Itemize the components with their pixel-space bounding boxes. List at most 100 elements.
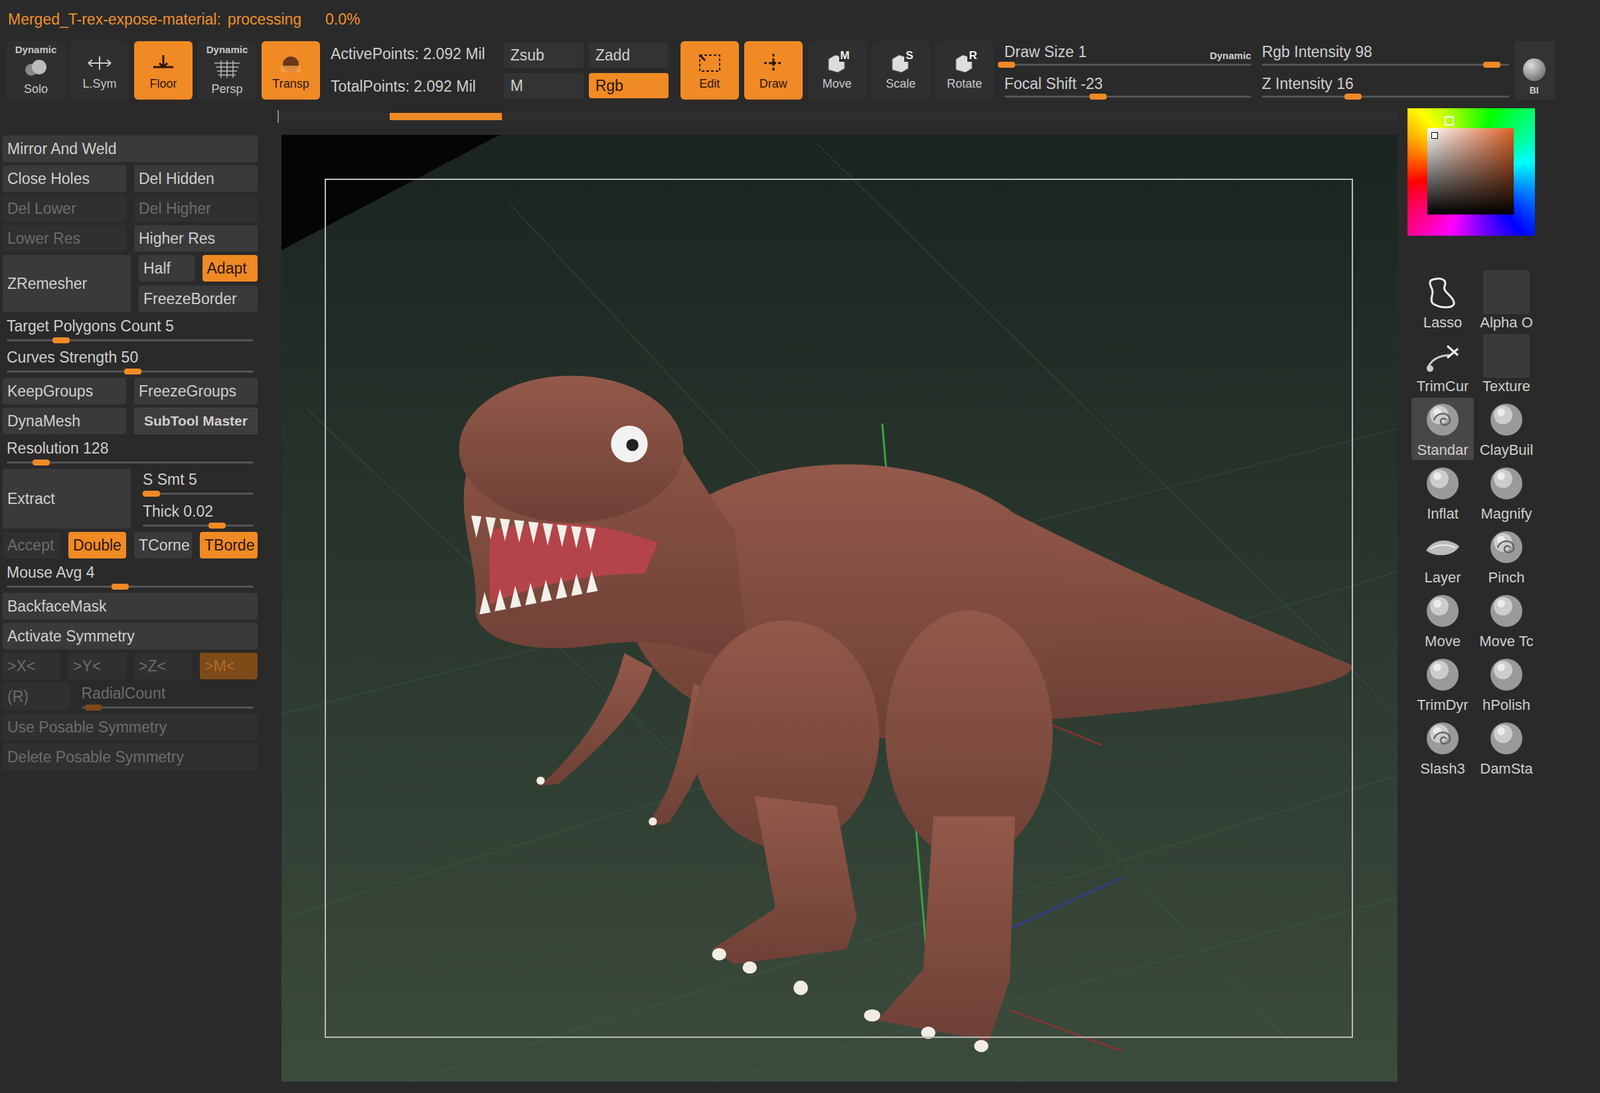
button-label: Close Holes	[7, 169, 90, 188]
toggle-button[interactable]: DynamicPersp	[197, 41, 257, 100]
trim-brush-icon	[1420, 335, 1465, 377]
mode-button[interactable]: M	[503, 73, 584, 99]
panel-button[interactable]: Del Hidden	[134, 165, 258, 192]
mode-button[interactable]: Rgb	[588, 73, 669, 99]
slider-track	[1262, 95, 1510, 98]
panel-row: HalfAdapt	[138, 254, 258, 282]
panel-button: >Y<	[68, 652, 127, 680]
panel-button[interactable]: Double	[68, 531, 127, 559]
slider-value: 98	[1355, 43, 1373, 61]
mode-button[interactable]: Zsub	[503, 42, 584, 68]
panel-button[interactable]: ZRemesher	[2, 254, 131, 313]
brush-button[interactable]: TrimDyr	[1411, 652, 1474, 716]
tool-icon-box	[211, 55, 243, 82]
panel-button[interactable]: Half	[138, 254, 195, 282]
color-picker[interactable]	[1407, 108, 1535, 236]
panel-button[interactable]: TBorde	[199, 531, 258, 559]
slider-column: Rgb Intensity 98 Z Intensity 16	[1262, 43, 1510, 98]
slider-label-group: Mouse Avg 4	[6, 563, 254, 582]
brush-button[interactable]: TrimCur	[1411, 333, 1474, 397]
empty-slot	[1483, 270, 1530, 315]
slider-value: 16	[1336, 75, 1354, 93]
brush-button[interactable]: Magnify	[1475, 461, 1538, 524]
toolbar-slider[interactable]: Draw Size 1Dynamic	[1004, 43, 1252, 66]
panel-button[interactable]: Mirror And Weld	[2, 135, 258, 162]
brush-button[interactable]: Inflat	[1411, 461, 1474, 524]
panel-row: Lower ResHigher Res	[2, 225, 258, 252]
toolbar-slider[interactable]: Rgb Intensity 98	[1262, 43, 1510, 66]
brush-icon-box	[1419, 716, 1466, 761]
brush-label: Texture	[1482, 377, 1531, 396]
button-label: Persp	[211, 81, 243, 97]
brush-button[interactable]: Pinch	[1475, 525, 1538, 588]
slider-knob[interactable]	[1344, 93, 1362, 100]
brush-button[interactable]: Move Tc	[1475, 588, 1538, 652]
panel-button[interactable]: Higher Res	[134, 225, 258, 252]
panel-slider[interactable]: Mouse Avg 4	[2, 561, 258, 590]
toolbar-slider[interactable]: Z Intensity 16	[1262, 75, 1510, 98]
viewport[interactable]	[281, 134, 1398, 1082]
slider-knob[interactable]	[52, 337, 70, 344]
panel-row: Use Posable Symmetry	[2, 713, 258, 741]
slider-knob[interactable]	[1089, 93, 1107, 100]
toggle-button[interactable]: Transp	[261, 41, 320, 100]
panel-row: >X<>Y<>Z<>M<	[2, 652, 258, 680]
panel-slider[interactable]: Curves Strength 50	[2, 346, 258, 375]
slider-knob[interactable]	[208, 522, 226, 529]
progress-strip	[275, 102, 1399, 135]
brush-button[interactable]: Alpha O	[1475, 270, 1538, 333]
brush-icon-box	[1483, 461, 1530, 506]
panel-button[interactable]: Extract	[2, 468, 131, 529]
slider-knob[interactable]	[997, 61, 1016, 68]
tool-button[interactable]: RRotate	[935, 41, 994, 100]
brush-button[interactable]: Texture	[1475, 333, 1538, 397]
brush-button[interactable]: ClayBuil	[1475, 397, 1538, 461]
slider-track	[6, 461, 254, 464]
color-square[interactable]	[1427, 128, 1514, 215]
tool-button[interactable]: MMove	[807, 41, 867, 100]
slider-knob[interactable]	[111, 583, 129, 590]
panel-slider[interactable]: Target Polygons Count 5	[2, 315, 258, 344]
brush-button[interactable]: Layer	[1411, 525, 1474, 588]
panel-slider[interactable]: Thick 0.02	[138, 500, 258, 529]
floor-icon	[148, 49, 179, 77]
toggle-button[interactable]: L.Sym	[70, 41, 129, 100]
brush-label: Magnify	[1480, 505, 1532, 523]
panel-button[interactable]: Activate Symmetry	[2, 622, 258, 650]
panel-button[interactable]: BackfaceMask	[2, 592, 258, 620]
slider-knob[interactable]	[1483, 61, 1501, 68]
slider-knob[interactable]	[32, 459, 50, 466]
file-name: Merged_T-rex-expose-material:	[7, 10, 222, 29]
slider-knob[interactable]	[124, 368, 142, 375]
panel-button[interactable]: FreezeGroups	[134, 377, 258, 405]
material-button[interactable]: BI	[1514, 41, 1555, 100]
brush-button[interactable]: Lasso	[1411, 270, 1474, 333]
toolbar-slider[interactable]: Focal Shift -23	[1004, 75, 1252, 98]
panel-button[interactable]: FreezeBorder	[138, 285, 258, 313]
panel-row: Del LowerDel Higher	[2, 195, 258, 222]
toggle-button[interactable]: Floor	[134, 41, 193, 100]
tool-button[interactable]: Draw	[744, 41, 803, 100]
panel-button[interactable]: SubTool Master	[134, 407, 258, 435]
tool-button[interactable]: SScale	[871, 41, 931, 100]
t-rex-model[interactable]	[458, 375, 1353, 1041]
brush-button[interactable]: hPolish	[1475, 652, 1538, 716]
mode-button[interactable]: Zadd	[588, 42, 669, 68]
brush-button[interactable]: Move	[1411, 588, 1474, 652]
panel-button[interactable]: Adapt	[202, 254, 259, 282]
panel-row: ExtractS Smt 5 Thick 0.02	[2, 468, 258, 529]
slider-knob[interactable]	[142, 490, 160, 497]
tool-button[interactable]: Edit	[680, 41, 739, 100]
panel-button[interactable]: Close Holes	[2, 165, 127, 192]
sphere-brush-icon	[1484, 590, 1529, 632]
brush-button[interactable]: Slash3	[1411, 716, 1474, 779]
slider-track	[1004, 95, 1252, 98]
panel-button[interactable]: TCorne	[134, 531, 192, 559]
panel-slider[interactable]: S Smt 5	[138, 468, 258, 497]
brush-button[interactable]: Standar	[1411, 397, 1474, 461]
toggle-button[interactable]: DynamicSolo	[6, 41, 66, 100]
panel-button[interactable]: KeepGroups	[2, 377, 127, 405]
panel-slider[interactable]: Resolution 128	[2, 437, 258, 466]
panel-button[interactable]: DynaMesh	[2, 407, 127, 435]
brush-button[interactable]: DamSta	[1475, 716, 1538, 779]
